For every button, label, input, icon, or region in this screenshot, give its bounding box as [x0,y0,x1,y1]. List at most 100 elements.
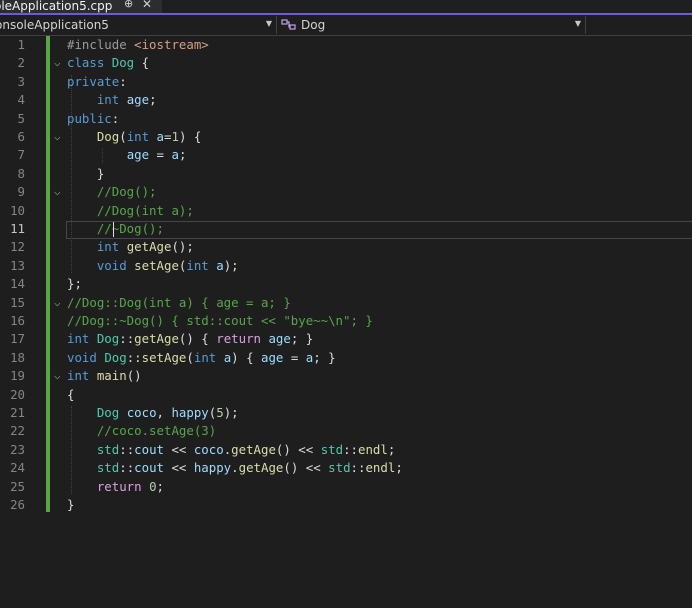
code-line[interactable]: 22 //coco.setAge(3) [0,422,692,440]
code-token: std [96,441,120,457]
code-line[interactable]: 23 std::cout << coco.getAge() << std::en… [0,441,692,459]
code-token: ; } [290,331,314,347]
code-line[interactable]: 17 int Dog::getAge() { return age; } [0,330,692,348]
code-line[interactable]: 15 ⌵//Dog::Dog(int a) { age = a; } [0,294,692,312]
fold-toggle-icon[interactable]: ⌵ [54,367,64,385]
code-line[interactable]: 5 public: [0,110,692,128]
code-text: int Dog::getAge() { return age; } [67,330,313,348]
code-line[interactable]: 3 private: [0,73,692,91]
code-line[interactable]: 25 return 0; [0,478,692,496]
text-caret [113,221,114,237]
code-token: ); [223,405,239,420]
chevron-down-icon[interactable]: ▼ [575,19,581,28]
fold-toggle-icon[interactable]: ⌵ [54,54,64,72]
chevron-down-icon[interactable]: ▼ [266,19,272,28]
fold-toggle-icon[interactable]: ⌵ [54,294,64,312]
code-line[interactable]: 13 void setAge(int a); [0,257,692,275]
code-line[interactable]: 8 } [0,165,692,183]
code-text: } [67,496,74,514]
code-token: ; [395,460,403,476]
navigation-bar: onsoleApplication5 ▼ Dog ▼ [0,15,692,36]
code-line[interactable]: 20 { [0,386,692,404]
code-token: = [149,147,172,163]
code-line[interactable]: 24 std::cout << happy.getAge() << std::e… [0,459,692,477]
code-token: class [67,55,112,71]
scope-dropdown-value: Dog [301,18,326,32]
close-tab-icon[interactable]: ✕ [142,0,152,11]
code-line[interactable]: 16 //Dog::~Dog() { std::cout << "bye~~\n"… [0,312,692,330]
line-number: 26 [10,497,25,512]
code-line[interactable]: 18 void Dog::setAge(int a) { age = a; } [0,349,692,367]
fold-toggle-icon[interactable]: ⌵ [54,183,64,201]
code-token: ); [223,257,239,273]
document-tab-strip: oleApplication5.cpp ⊕ ✕ [0,0,692,15]
code-token: age [126,92,150,108]
project-dropdown[interactable]: onsoleApplication5 ▼ [0,16,277,34]
document-tab[interactable]: oleApplication5.cpp ⊕ ✕ [0,0,162,13]
code-text: //Dog::~Dog() { std::cout << "bye~~\n"; … [67,312,373,330]
code-line[interactable]: 9 ⌵ //Dog(); [0,183,692,201]
code-text: public: [67,110,119,128]
line-number: 14 [10,276,25,292]
code-line[interactable]: 10 //Dog(int a); [0,202,692,220]
code-token: :: [119,441,135,457]
code-line[interactable]: 1 #include <iostream> [0,36,692,54]
code-line[interactable]: 21 Dog coco, happy(5); [0,404,692,422]
code-token: //Dog(int a); [96,202,194,218]
code-line[interactable]: 19 ⌵ int main() [0,367,692,385]
code-token: getAge [126,239,172,255]
code-line[interactable]: 4 int age; [0,91,692,109]
code-text: class Dog { [67,54,149,72]
class-icon [281,19,296,30]
code-line[interactable]: 11 //~Dog(); [0,220,692,238]
code-token: :: [343,441,358,457]
code-token: ; [156,478,164,494]
code-token: 5 [216,405,224,420]
scope-dropdown[interactable]: Dog ▼ [277,16,586,34]
code-token: ; } [313,349,336,365]
code-token: :: [350,460,366,476]
line-number: 5 [17,110,25,126]
code-token: :: [126,349,142,365]
code-token: (); [171,239,194,255]
line-number: 12 [10,239,25,255]
code-token: int [186,257,217,273]
code-text: private: [67,73,127,91]
code-token: , [156,405,172,420]
code-token: std [328,460,351,476]
code-token: #include [67,37,135,52]
line-number: 2 [17,55,25,71]
code-token: : [119,73,127,89]
code-token: age [268,331,291,347]
code-token: std [96,460,120,476]
code-token: ; [178,147,187,163]
code-editor[interactable]: 1 #include <iostream> 2 ⌵ class Dog {3 privat… [0,36,692,608]
code-token: a [156,129,165,144]
code-token: int [67,368,97,384]
line-number: 11 [10,221,25,236]
code-line[interactable]: 14}; [0,275,692,293]
code-token: main [96,368,127,384]
code-line[interactable]: 6 ⌵ Dog(int a=1) { [0,128,692,146]
line-number: 4 [17,92,25,108]
code-text: //Dog(); [67,183,157,201]
code-text: //Dog::Dog(int a) { age = a; } [67,294,291,312]
document-tab-title[interactable]: oleApplication5.cpp [0,0,112,13]
code-line[interactable]: 2 ⌵ class Dog { [0,54,692,72]
line-number: 20 [10,386,25,402]
code-token: int [126,129,157,144]
code-line[interactable]: 26} [0,496,692,514]
pin-tab-icon[interactable]: ⊕ [124,0,133,10]
code-token: () { [178,331,217,347]
line-number: 19 [10,368,25,384]
code-line[interactable]: 12 int getAge(); [0,238,692,256]
line-number: 9 [17,184,25,200]
fold-toggle-icon[interactable]: ⌵ [54,128,64,146]
code-text: Dog(int a=1) { [67,128,202,146]
code-token: //Dog::Dog(int a) { age = a; } [67,294,291,310]
code-line[interactable]: 7 age = a; [0,146,692,164]
code-token: int [193,349,224,365]
